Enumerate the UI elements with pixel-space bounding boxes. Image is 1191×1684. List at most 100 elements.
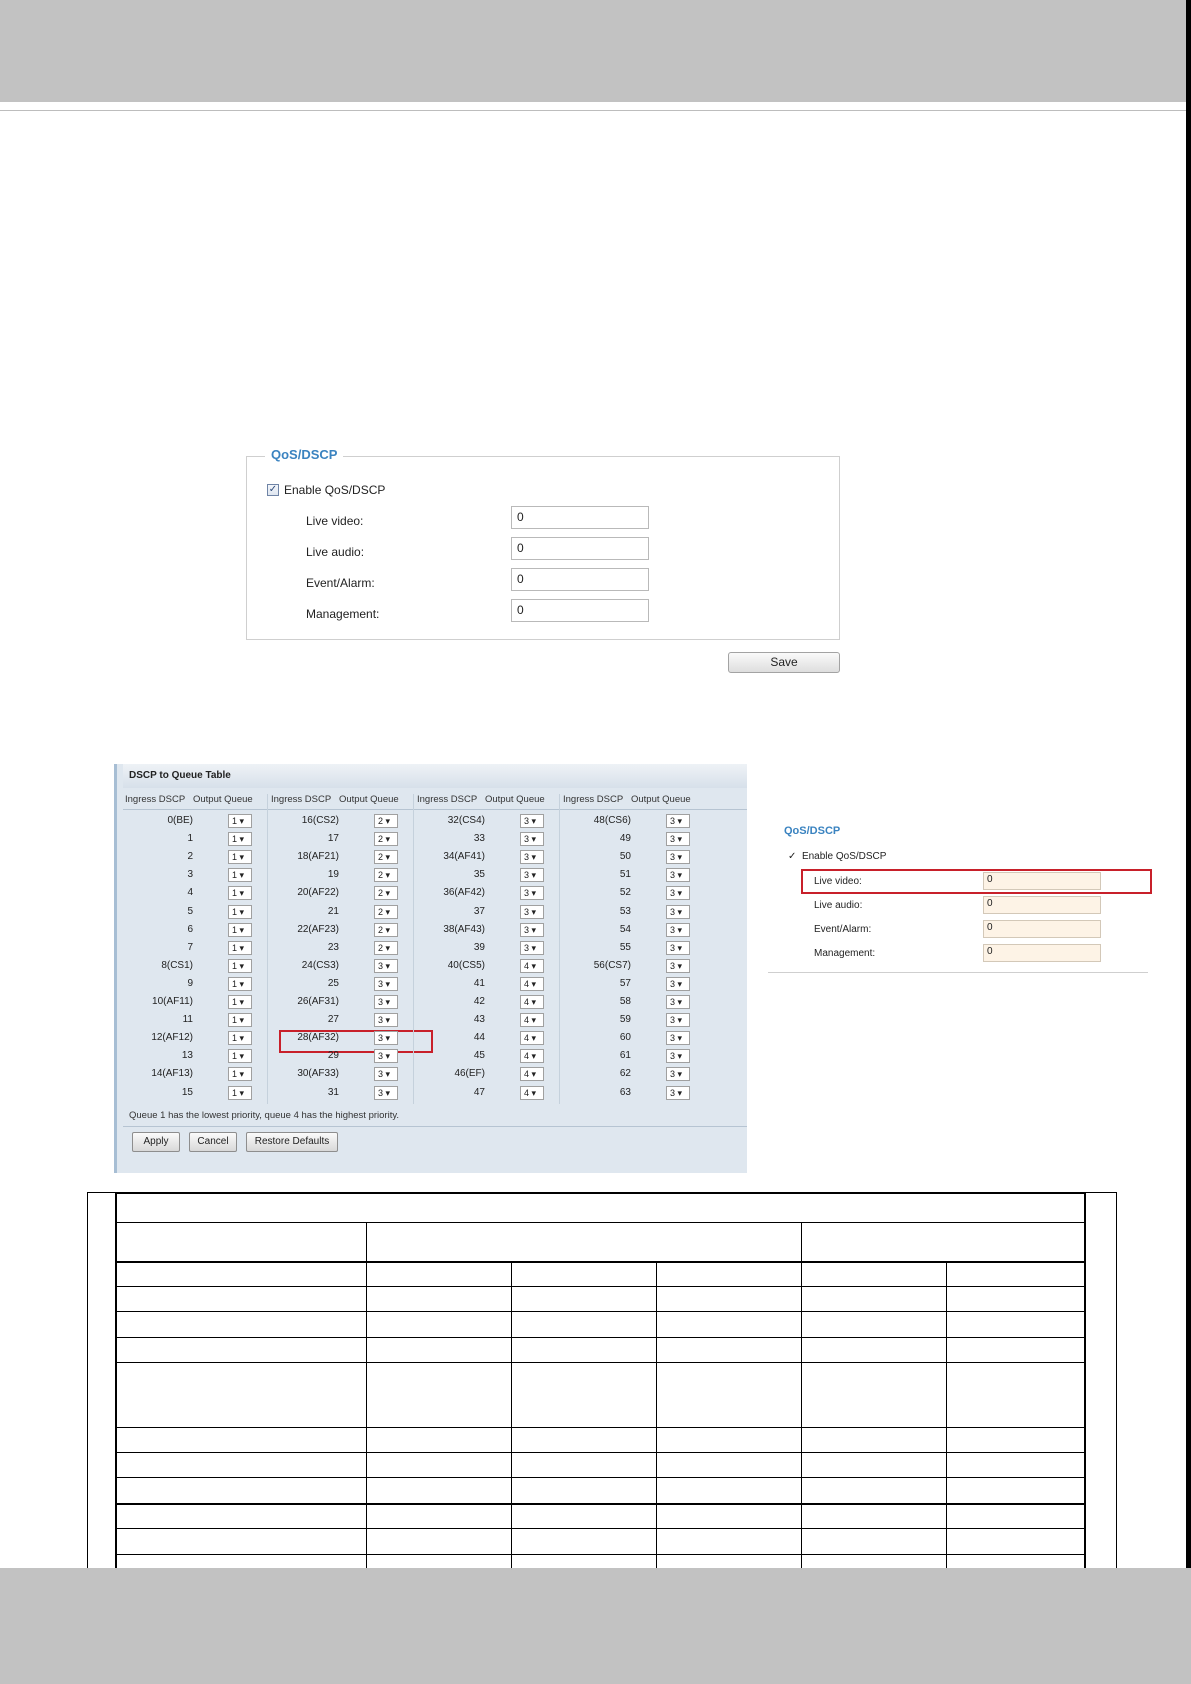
chevron-down-icon: ▾ [383, 1069, 391, 1080]
output-queue-select[interactable]: 1 ▾ [228, 976, 252, 991]
output-queue-select[interactable]: 3 ▾ [666, 958, 690, 973]
output-queue-select[interactable]: 3 ▾ [374, 1085, 398, 1100]
chevron-down-icon: ▾ [383, 852, 391, 863]
live-video-input[interactable]: 0 [511, 506, 649, 529]
output-queue-select[interactable]: 1 ▾ [228, 886, 252, 901]
output-queue-select[interactable]: 2 ▾ [374, 868, 398, 883]
output-queue-select[interactable]: 3 ▾ [666, 1013, 690, 1028]
output-queue-select[interactable]: 3 ▾ [374, 976, 398, 991]
output-queue-select[interactable]: 3 ▾ [374, 1031, 398, 1046]
output-queue-select[interactable]: 3 ▾ [520, 832, 544, 847]
output-queue-select[interactable]: 3 ▾ [666, 850, 690, 865]
output-queue-select[interactable]: 2 ▾ [374, 886, 398, 901]
output-queue-select[interactable]: 2 ▾ [374, 940, 398, 955]
mini-live-audio-input[interactable]: 0 [983, 896, 1101, 914]
output-queue-select[interactable]: 3 ▾ [666, 976, 690, 991]
chevron-down-icon: ▾ [237, 906, 245, 917]
output-queue-select[interactable]: 1 ▾ [228, 958, 252, 973]
output-queue-select[interactable]: 3 ▾ [520, 868, 544, 883]
output-queue-select[interactable]: 3 ▾ [520, 904, 544, 919]
ingress-dscp-value: 30(AF33) [297, 1068, 339, 1080]
output-queue-select[interactable]: 3 ▾ [374, 1013, 398, 1028]
chevron-down-icon: ▾ [237, 1069, 245, 1080]
event-alarm-input[interactable]: 0 [511, 568, 649, 591]
chevron-down-icon: ▾ [675, 1069, 683, 1080]
save-button[interactable]: Save [728, 652, 840, 673]
output-queue-select[interactable]: 2 ▾ [374, 904, 398, 919]
chevron-down-icon: ▾ [383, 1051, 391, 1062]
output-queue-select[interactable]: 3 ▾ [666, 814, 690, 828]
mini-event-alarm-input[interactable]: 0 [983, 920, 1101, 938]
chevron-down-icon: ▾ [675, 960, 683, 971]
ingress-dscp-value: 1 [187, 833, 193, 845]
output-queue-select[interactable]: 3 ▾ [374, 1049, 398, 1064]
output-queue-select[interactable]: 1 ▾ [228, 1067, 252, 1082]
output-queue-select[interactable]: 1 ▾ [228, 1049, 252, 1064]
output-queue-select[interactable]: 1 ▾ [228, 1013, 252, 1028]
output-queue-select[interactable]: 2 ▾ [374, 814, 398, 828]
output-queue-select[interactable]: 3 ▾ [520, 850, 544, 865]
chevron-down-icon: ▾ [675, 1033, 683, 1044]
output-queue-select[interactable]: 1 ▾ [228, 1085, 252, 1100]
output-queue-select[interactable]: 4 ▾ [520, 1049, 544, 1064]
ingress-dscp-value: 29 [327, 1050, 339, 1062]
live-audio-input[interactable]: 0 [511, 537, 649, 560]
output-queue-select[interactable]: 3 ▾ [666, 904, 690, 919]
chevron-down-icon: ▾ [529, 1087, 537, 1098]
table-row-line [117, 1261, 1084, 1263]
output-queue-select[interactable]: 3 ▾ [666, 868, 690, 883]
output-queue-select[interactable]: 3 ▾ [666, 995, 690, 1009]
output-queue-select[interactable]: 4 ▾ [520, 958, 544, 973]
output-queue-select[interactable]: 2 ▾ [374, 832, 398, 847]
output-queue-select[interactable]: 3 ▾ [666, 922, 690, 937]
enable-qos-checkbox-row[interactable]: ✓ Enable QoS/DSCP [267, 483, 385, 497]
output-queue-select[interactable]: 3 ▾ [666, 1085, 690, 1100]
chevron-down-icon: ▾ [529, 906, 537, 917]
output-queue-select[interactable]: 3 ▾ [666, 886, 690, 901]
output-queue-select[interactable]: 1 ▾ [228, 904, 252, 919]
management-input[interactable]: 0 [511, 599, 649, 622]
output-queue-select[interactable]: 2 ▾ [374, 850, 398, 865]
output-queue-select[interactable]: 4 ▾ [520, 1013, 544, 1028]
output-queue-select[interactable]: 4 ▾ [520, 976, 544, 991]
output-queue-select[interactable]: 1 ▾ [228, 1031, 252, 1046]
output-queue-select[interactable]: 1 ▾ [228, 850, 252, 865]
output-queue-select[interactable]: 3 ▾ [520, 886, 544, 901]
table-row-line [117, 1452, 1084, 1453]
output-queue-select[interactable]: 4 ▾ [520, 1085, 544, 1100]
chevron-down-icon: ▾ [529, 888, 537, 899]
output-queue-select[interactable]: 3 ▾ [666, 1049, 690, 1064]
mini-management-input[interactable]: 0 [983, 944, 1101, 962]
chevron-down-icon: ▾ [237, 852, 245, 863]
output-queue-select[interactable]: 1 ▾ [228, 922, 252, 937]
output-queue-select[interactable]: 1 ▾ [228, 868, 252, 883]
output-queue-select[interactable]: 3 ▾ [666, 832, 690, 847]
output-queue-select[interactable]: 3 ▾ [666, 1067, 690, 1082]
output-queue-select[interactable]: 2 ▾ [374, 922, 398, 937]
output-queue-select[interactable]: 1 ▾ [228, 995, 252, 1009]
restore-defaults-button[interactable]: Restore Defaults [246, 1132, 338, 1152]
output-queue-select[interactable]: 3 ▾ [666, 1031, 690, 1046]
output-queue-select[interactable]: 3 ▾ [374, 958, 398, 973]
output-queue-select[interactable]: 4 ▾ [520, 1067, 544, 1082]
output-queue-header: Output Queue [339, 794, 399, 805]
output-queue-select[interactable]: 3 ▾ [374, 995, 398, 1009]
enable-qos-checkbox[interactable]: ✓ [267, 484, 279, 496]
output-queue-select[interactable]: 4 ▾ [520, 1031, 544, 1046]
ingress-dscp-value: 26(AF31) [297, 996, 339, 1007]
output-queue-select[interactable]: 3 ▾ [520, 922, 544, 937]
output-queue-select[interactable]: 1 ▾ [228, 814, 252, 828]
output-queue-select[interactable]: 3 ▾ [520, 814, 544, 828]
output-queue-select[interactable]: 3 ▾ [520, 940, 544, 955]
table-row-line [117, 1362, 1084, 1363]
cancel-button[interactable]: Cancel [189, 1132, 237, 1152]
output-queue-select[interactable]: 1 ▾ [228, 832, 252, 847]
ingress-dscp-value: 62 [619, 1068, 631, 1080]
ingress-dscp-value: 22(AF23) [297, 923, 339, 935]
chevron-down-icon: ▾ [529, 1051, 537, 1062]
output-queue-select[interactable]: 3 ▾ [666, 940, 690, 955]
apply-button[interactable]: Apply [132, 1132, 180, 1152]
output-queue-select[interactable]: 1 ▾ [228, 940, 252, 955]
output-queue-select[interactable]: 3 ▾ [374, 1067, 398, 1082]
output-queue-select[interactable]: 4 ▾ [520, 995, 544, 1009]
